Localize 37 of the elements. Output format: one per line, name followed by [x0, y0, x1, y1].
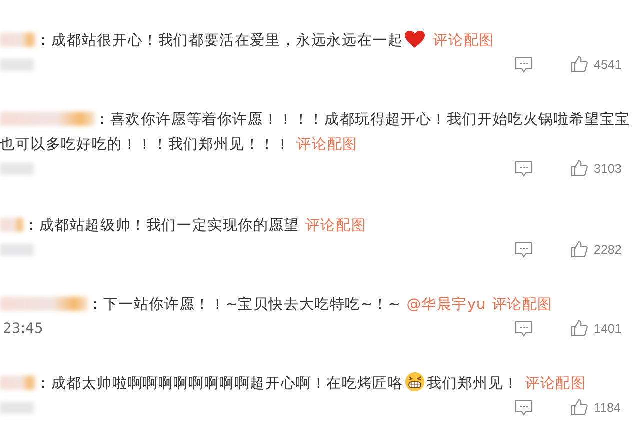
comment-icon[interactable]: [515, 160, 533, 176]
blurred-time: [0, 162, 34, 174]
like-count: 1184: [594, 400, 622, 414]
comment-text: ：成都太帅啦啊啊啊啊啊啊啊啊超开心啊！在吃烤匠咯 我们郑州见！ 评论配图: [36, 376, 586, 392]
comment-icon[interactable]: [515, 400, 533, 416]
like-count: 2282: [594, 242, 623, 256]
blurred-time: [0, 58, 34, 70]
link[interactable]: 评论配图: [492, 297, 554, 313]
heart-icon: [405, 31, 426, 49]
link[interactable]: 评论配图: [305, 218, 367, 234]
comment-icon[interactable]: [515, 242, 533, 258]
comment-text: ：喜欢你许愿等着你许愿！！！！成都玩得超开心！我们开始吃火锅啦希望宝宝: [95, 112, 630, 128]
blurred-time: [0, 402, 34, 414]
thumbs-up-icon[interactable]: [571, 241, 588, 258]
comment-icon[interactable]: [515, 56, 533, 72]
thumbs-up-icon[interactable]: [571, 399, 588, 416]
link[interactable]: 评论配图: [525, 376, 586, 392]
link[interactable]: 评论配图: [296, 137, 358, 153]
blurred-username: [0, 218, 24, 232]
grinning-face-icon: [405, 372, 426, 392]
comment-text: 也可以多吃好吃的！！！我们郑州见！！！ 评论配图: [0, 137, 358, 153]
link[interactable]: @华晨宇yu: [406, 297, 486, 313]
like-count: 3103: [594, 162, 623, 176]
thumbs-up-icon[interactable]: [571, 56, 588, 73]
comment-icon[interactable]: [515, 320, 533, 336]
thumbs-up-icon[interactable]: [571, 320, 588, 337]
comment-text: ：成都站超级帅！我们一定实现你的愿望 评论配图: [24, 218, 367, 234]
blurred-time: [0, 244, 34, 256]
blurred-username: [0, 33, 36, 47]
like-count: 1401: [594, 322, 623, 336]
link[interactable]: 评论配图: [433, 33, 494, 49]
blurred-username: [0, 376, 36, 390]
comment-text: ：下一站你许愿！！~宝贝快去大吃特吃~！~ @华晨宇yu 评论配图: [88, 297, 554, 313]
thumbs-up-icon[interactable]: [571, 160, 588, 177]
comment-text: ：成都站很开心！我们都要活在爱里，永远永远在一起 评论配图: [36, 33, 494, 49]
like-count: 4541: [594, 58, 623, 72]
comment-time: 23:45: [2, 320, 44, 336]
